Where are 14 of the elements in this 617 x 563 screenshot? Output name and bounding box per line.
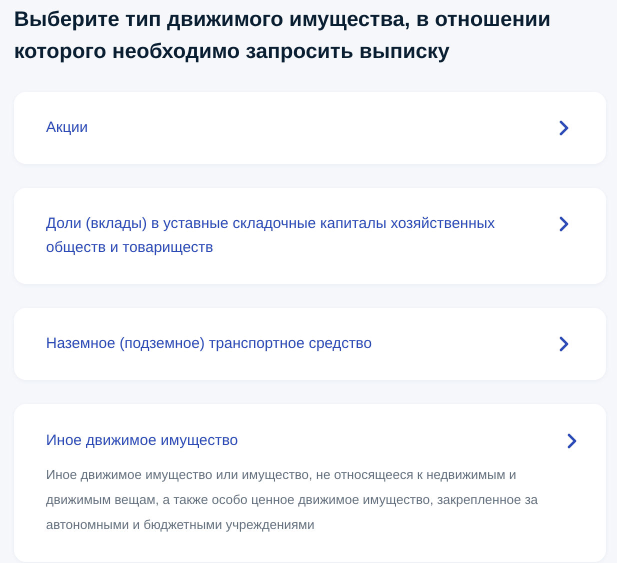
chevron-right-icon — [566, 433, 578, 449]
chevron-right-icon — [558, 216, 570, 232]
chevron-right-icon — [558, 336, 570, 352]
option-label: Наземное (подземное) транспортное средство — [46, 334, 372, 354]
option-card[interactable] — [14, 404, 606, 562]
page-title: Выберите тип движимого имущества, в отношении которого необходимо запросить выписку — [14, 7, 552, 65]
option-card[interactable]: Доли (вклады) в уставные складочные капиталы хозяйственных обществ и товариществ — [14, 188, 606, 284]
option-label: Акции — [46, 118, 88, 138]
chevron-right-icon — [558, 120, 570, 136]
option-label: Иное движимое имущество — [46, 431, 239, 451]
option-card[interactable]: Наземное (подземное) транспортное средство — [14, 308, 606, 380]
option-description: Иное движимое имущество или имущество, не относящееся к недвижимым и движимым вещам, а также особо ценное движимое имущество, закрепленное за автономными и бюджетными учреждениями — [46, 466, 539, 534]
option-card[interactable]: Акции — [14, 92, 606, 164]
option-label: Доли (вклады) в уставные складочные капиталы хозяйственных обществ и товариществ — [46, 214, 496, 258]
